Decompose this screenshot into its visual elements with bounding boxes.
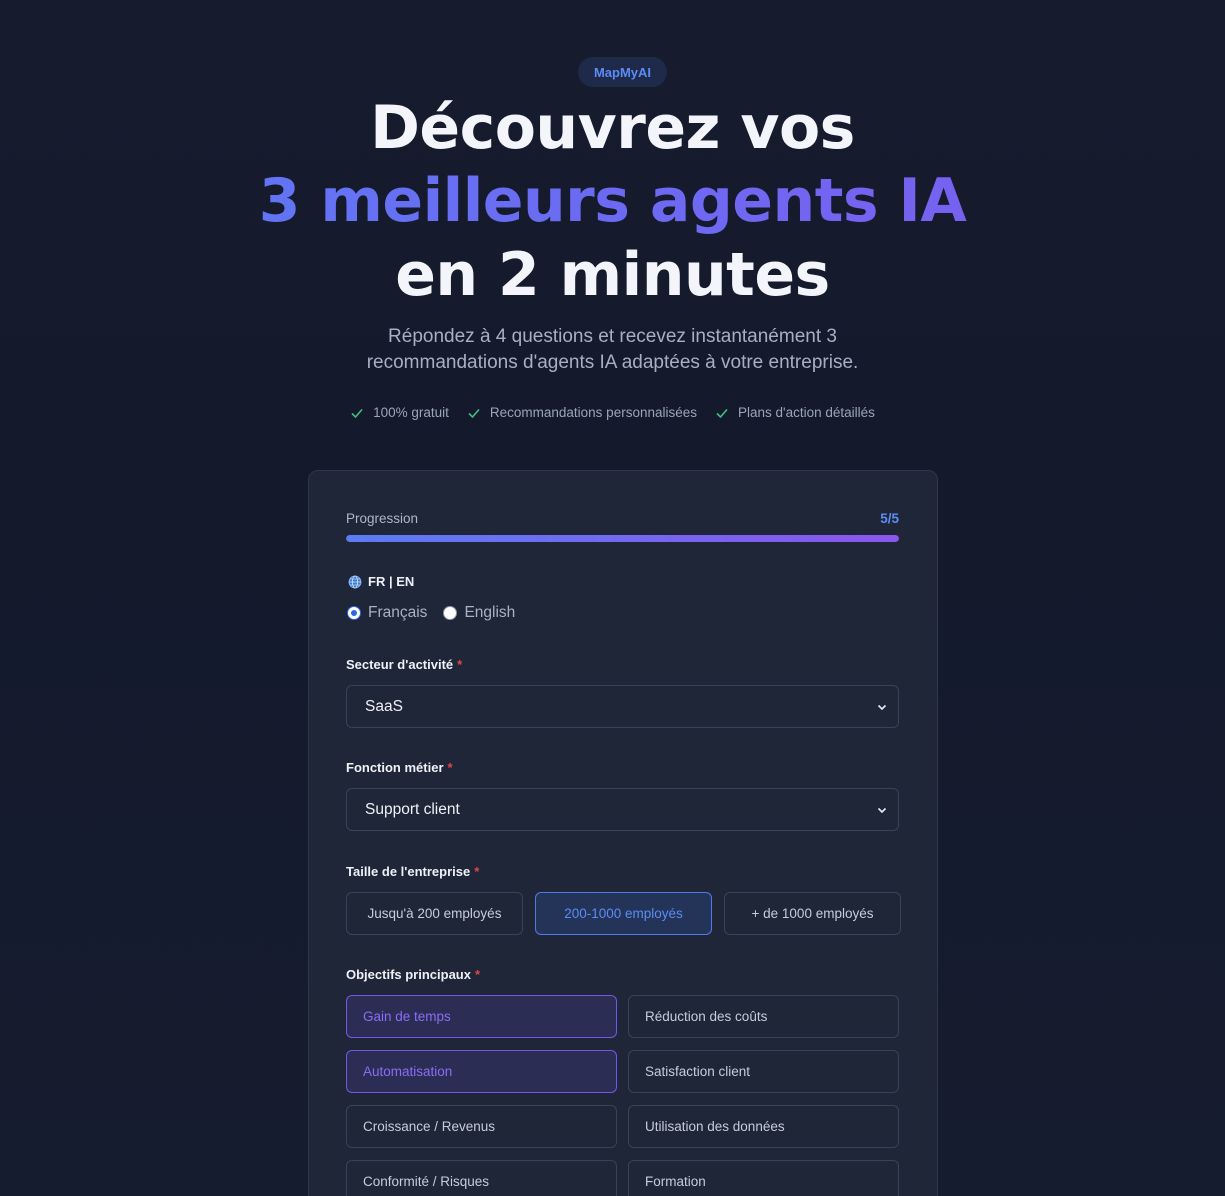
progress-count: 5/5 [880,511,899,526]
function-select[interactable]: Support client [346,788,899,831]
sector-label: Secteur d'activité * [346,657,463,672]
objectives-label: Objectifs principaux * [346,967,481,982]
radio-francais[interactable]: Français [347,604,427,622]
hero-title-line-1: Découvrez vos [370,93,855,163]
radio-button[interactable] [443,606,458,620]
globe-icon [348,575,362,588]
radio-english[interactable]: English [443,604,515,622]
objective-customer-satisfaction[interactable]: Satisfaction client [628,1050,899,1093]
objective-data-usage[interactable]: Utilisation des données [628,1105,899,1148]
check-icon [351,408,363,418]
objective-cost-reduction[interactable]: Réduction des coûts [628,995,899,1038]
chevron-down-icon [877,807,887,813]
feature-list: 100% gratuit Recommandations personnalis… [0,405,1225,420]
hero-subtitle: Répondez à 4 questions et recevez instan… [366,326,859,373]
feature-item: Plans d'action détaillés [715,405,875,420]
questionnaire-card: Progression 5/5 FR | EN Français English… [308,470,938,1196]
progress-label: Progression [346,511,419,526]
language-title: FR | EN [348,574,414,589]
objective-time-saving[interactable]: Gain de temps [346,995,617,1038]
size-option-large[interactable]: + de 1000 employés [724,892,901,935]
objective-automation[interactable]: Automatisation [346,1050,617,1093]
language-radio-group: Français English [347,604,515,622]
hero-title-line-3: en 2 minutes [395,240,830,310]
size-option-medium[interactable]: 200-1000 employés [535,892,712,935]
brand-badge: MapMyAI [578,57,667,87]
radio-button-checked[interactable] [347,606,361,620]
function-label: Fonction métier * [346,760,453,775]
feature-item: Recommandations personnalisées [467,405,697,420]
objective-compliance[interactable]: Conformité / Risques [346,1160,617,1196]
sector-select[interactable]: SaaS [346,685,899,728]
check-icon [468,408,480,418]
hero-title-line-2: 3 meilleurs agents IA [0,166,1225,236]
feature-item: 100% gratuit [350,405,449,420]
progress-bar [346,535,899,542]
size-options: Jusqu'à 200 employés 200-1000 employés +… [346,892,901,935]
objectives-options: Gain de temps Réduction des coûts Automa… [346,995,899,1196]
check-icon [716,408,728,418]
size-label: Taille de l'entreprise * [346,864,480,879]
chevron-down-icon [877,704,887,710]
objective-growth[interactable]: Croissance / Revenus [346,1105,617,1148]
size-option-small[interactable]: Jusqu'à 200 employés [346,892,523,935]
progress-bar-fill [346,535,899,542]
objective-training[interactable]: Formation [628,1160,899,1196]
